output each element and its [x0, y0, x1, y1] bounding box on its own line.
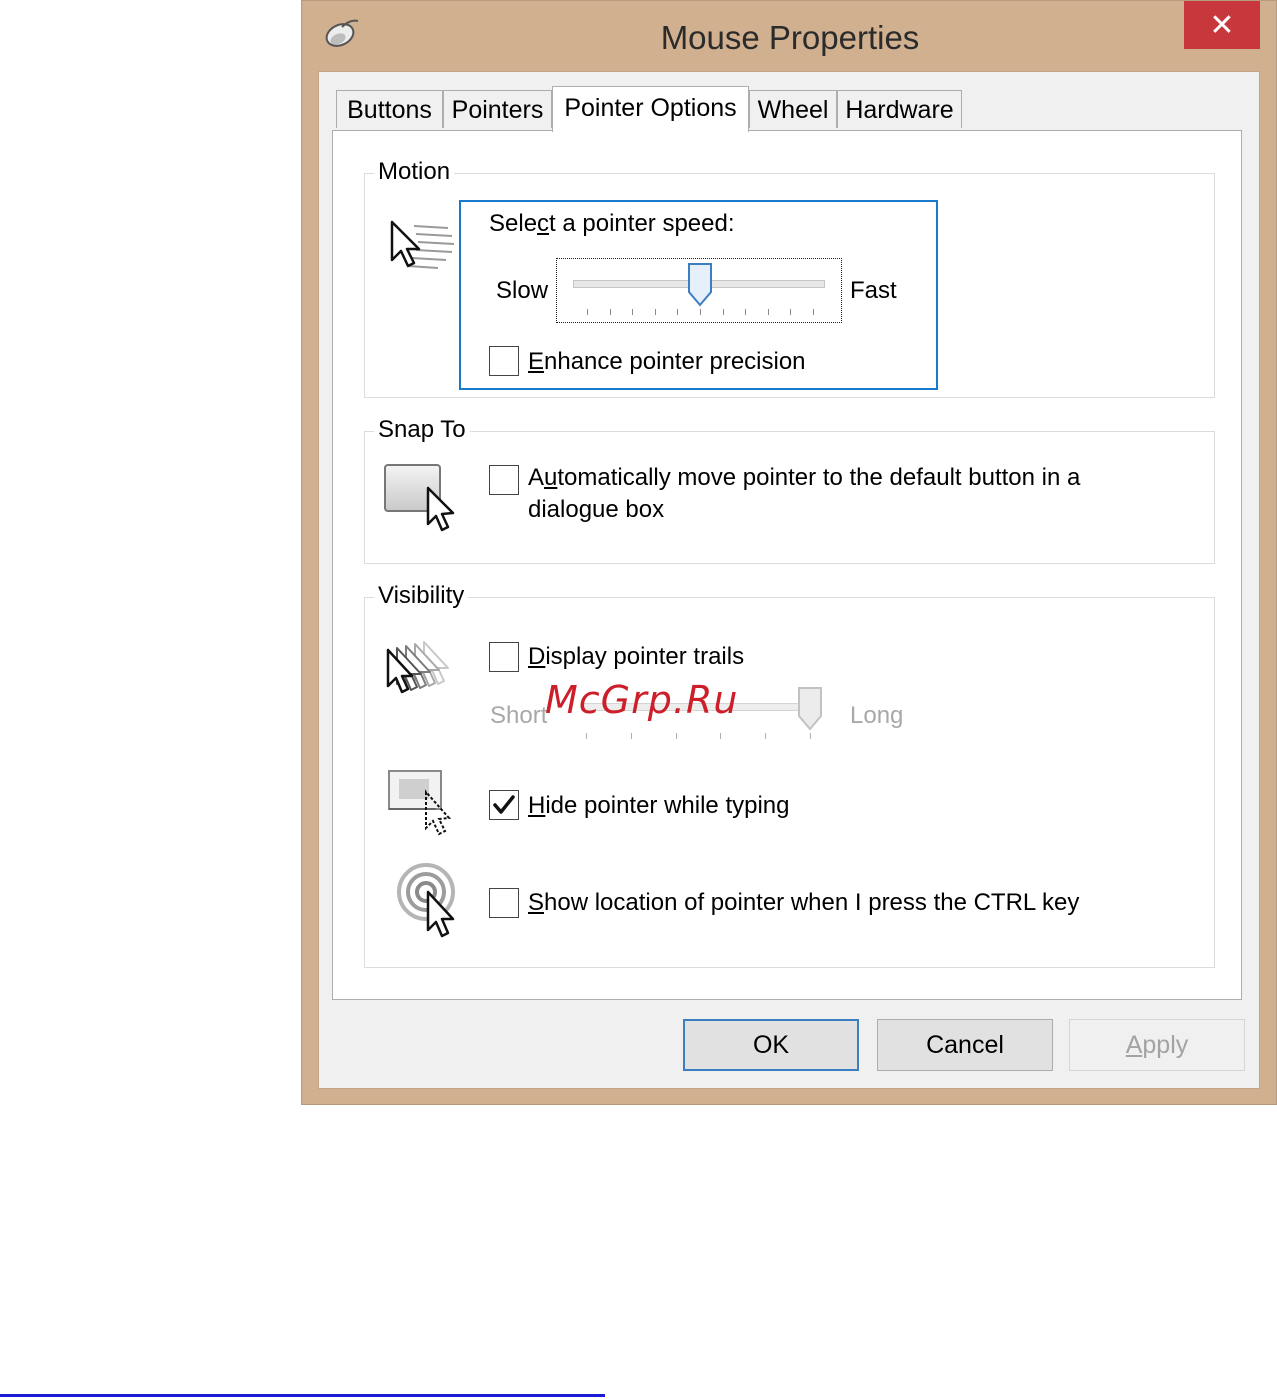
- slider-tick: [654, 309, 656, 315]
- hide-pointer-label: Hide pointer while typing: [528, 792, 790, 820]
- slider-thumb[interactable]: [687, 262, 713, 307]
- pointer-trails-checkbox[interactable]: [489, 642, 519, 672]
- pointer-speed-icon: [386, 218, 456, 274]
- cancel-button-label: Cancel: [926, 1031, 1004, 1059]
- apply-accelerator: A: [1125, 1031, 1143, 1059]
- watermark-text: McGrp.Ru: [545, 678, 739, 722]
- slider-tick: [813, 309, 814, 315]
- snap-to-button-icon: [382, 460, 462, 540]
- slider-tick: [632, 309, 634, 315]
- checkmark-icon: [493, 795, 515, 814]
- slider-tick: [677, 309, 679, 315]
- snap-to-label-rest: tomatically move pointer to the default …: [557, 464, 1081, 491]
- apply-button[interactable]: Apply: [1069, 1019, 1245, 1071]
- show-location-text: how location of pointer when I press the…: [544, 889, 1080, 916]
- link-underline: [0, 1394, 605, 1397]
- hide-pointer-text: ide pointer while typing: [545, 792, 790, 819]
- snap-to-label-line2: dialogue box: [528, 496, 665, 523]
- tab-label: Pointer Options: [564, 94, 737, 122]
- snap-to-group-title: Snap To: [374, 416, 470, 444]
- tab-pointers[interactable]: Pointers: [443, 90, 552, 128]
- apply-button-label: pply: [1142, 1031, 1189, 1059]
- short-label: Short: [490, 702, 548, 729]
- snap-to-checkbox[interactable]: [489, 465, 519, 495]
- snap-to-label-start: A: [528, 464, 545, 491]
- tab-label: Hardware: [845, 96, 954, 124]
- slider-tick: [810, 733, 811, 739]
- hide-pointer-accelerator: H: [528, 792, 546, 819]
- snap-to-group: [364, 431, 1215, 564]
- fast-label: Fast: [850, 277, 897, 304]
- pointer-trails-label: Display pointer trails: [528, 643, 744, 671]
- slider-tick: [745, 309, 747, 315]
- ok-button-label: OK: [752, 1031, 790, 1059]
- pointer-trails-accelerator: D: [528, 643, 546, 670]
- show-location-accelerator: S: [528, 889, 545, 916]
- pointer-speed-label: Select a pointer speed:: [489, 210, 735, 238]
- show-location-label: Show location of pointer when I press th…: [528, 889, 1079, 917]
- tab-buttons[interactable]: Buttons: [336, 90, 443, 128]
- tab-hardware[interactable]: Hardware: [837, 90, 962, 128]
- close-icon: ✕: [1209, 9, 1235, 42]
- enhance-precision-label: Enhance pointer precision: [528, 348, 806, 376]
- long-label: Long: [850, 702, 904, 729]
- slider-tick: [765, 733, 767, 739]
- slider-tick: [720, 733, 722, 739]
- tab-pointer-options[interactable]: Pointer Options: [552, 86, 749, 132]
- tab-label: Pointers: [451, 96, 544, 124]
- pointer-speed-label-end: t a pointer speed:: [549, 210, 735, 237]
- slider-tick: [700, 309, 701, 315]
- slow-label: Slow: [496, 277, 549, 304]
- snap-to-accelerator: u: [544, 464, 558, 491]
- tab-wheel[interactable]: Wheel: [749, 90, 837, 128]
- snap-to-label-line1: Automatically move pointer to the defaul…: [528, 464, 1080, 492]
- enhance-precision-checkbox[interactable]: [489, 346, 519, 376]
- hide-pointer-checkbox[interactable]: [489, 790, 519, 820]
- tab-label: Buttons: [347, 96, 432, 124]
- slider-tick: [767, 309, 769, 315]
- pointer-speed-label-start: Sele: [489, 210, 538, 237]
- slider-tick: [609, 309, 611, 315]
- slider-tick: [587, 309, 588, 315]
- ok-button[interactable]: OK: [683, 1019, 859, 1071]
- motion-group-title: Motion: [374, 158, 455, 186]
- pointer-trails-icon: [384, 638, 466, 704]
- slider-tick: [630, 733, 632, 739]
- cancel-button[interactable]: Cancel: [877, 1019, 1053, 1071]
- slider-tick: [790, 309, 792, 315]
- pointer-speed-slider[interactable]: [556, 258, 842, 323]
- window-title: Mouse Properties: [660, 19, 920, 56]
- tab-label: Wheel: [757, 96, 829, 124]
- visibility-group-title: Visibility: [374, 582, 469, 610]
- slider-thumb[interactable]: [797, 686, 823, 731]
- close-button[interactable]: ✕: [1184, 1, 1260, 49]
- enhance-precision-accelerator: E: [528, 348, 545, 375]
- pointer-trails-text: isplay pointer trails: [545, 643, 745, 670]
- pointer-speed-label-accelerator: c: [537, 210, 550, 237]
- slider-tick: [722, 309, 724, 315]
- slider-tick: [675, 733, 677, 739]
- show-location-icon: [394, 862, 466, 942]
- enhance-precision-text: nhance pointer precision: [544, 348, 806, 375]
- slider-tick: [586, 733, 587, 739]
- hide-pointer-icon: [386, 768, 456, 838]
- show-location-checkbox[interactable]: [489, 888, 519, 918]
